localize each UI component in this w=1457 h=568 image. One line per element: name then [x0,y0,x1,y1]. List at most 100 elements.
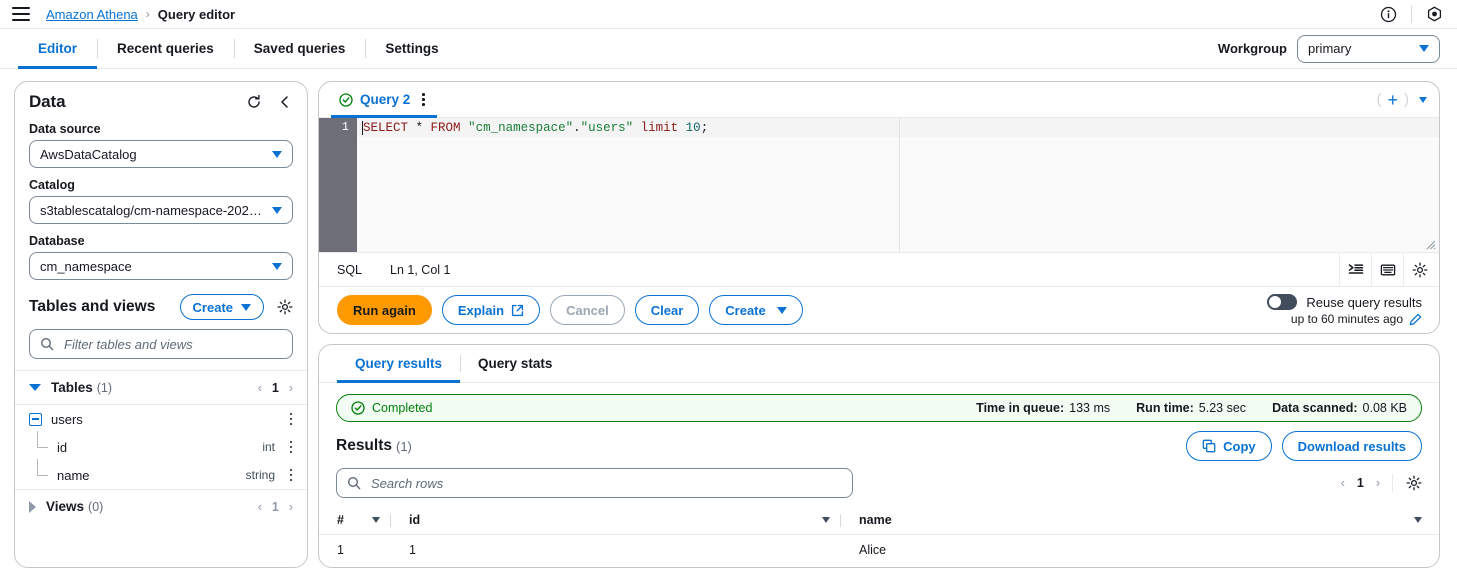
results-prev-page[interactable]: ‹ [1341,476,1345,490]
pencil-icon[interactable] [1409,313,1422,326]
breadcrumb-amazon-athena[interactable]: Amazon Athena [46,7,138,22]
data-source-value: AwsDataCatalog [40,146,137,162]
tables-section-header[interactable]: Tables (1) ‹ 1 › [15,370,307,404]
keyboard-shortcuts-icon[interactable] [1371,252,1403,287]
tables-views-header: Tables and views Create [29,294,293,320]
chevron-right-icon[interactable] [29,500,36,513]
reuse-query-results-toggle[interactable] [1267,294,1298,310]
column-header-number[interactable]: # [319,507,391,535]
column-header-id[interactable]: id [391,507,841,535]
query-tab-row: Query 2 ( + ) [319,82,1439,118]
search-icon [40,337,54,351]
column-options-icon[interactable] [285,440,297,454]
tab-editor[interactable]: Editor [18,29,97,69]
table-options-icon[interactable] [285,412,297,426]
sort-icon[interactable] [372,517,380,523]
catalog-dropdown[interactable]: s3tablescatalog/cm-namespace-20241218 [29,196,293,224]
views-section-header[interactable]: Views (0) ‹ 1 › [15,489,307,523]
check-circle-icon [339,92,353,107]
results-tab-row: Query results Query stats [319,345,1439,383]
stat-run-time-label: Run time: [1136,401,1194,415]
tab-settings[interactable]: Settings [365,29,458,68]
main-tabs: Editor Recent queries Saved queries Sett… [0,29,459,69]
query-statistics: Time in queue: 133 ms Run time: 5.23 sec D… [976,401,1407,415]
more-options-icon[interactable] [417,93,429,106]
data-source-dropdown[interactable]: AwsDataCatalog [29,140,293,168]
chevron-down-icon[interactable] [1419,96,1427,103]
views-prev-page[interactable]: ‹ [258,500,262,514]
main-tab-bar: Editor Recent queries Saved queries Sett… [0,29,1457,69]
results-next-page[interactable]: › [1376,476,1380,490]
tab-query-results[interactable]: Query results [337,345,461,383]
copy-button[interactable]: Copy [1186,431,1272,461]
download-results-button[interactable]: Download results [1281,431,1422,461]
tab-query-stats-label: Query stats [478,356,553,371]
settings-icon[interactable] [1426,6,1443,23]
code-area[interactable]: SELECT * FROM "cm_namespace"."users" lim… [357,118,1439,252]
info-icon[interactable] [1380,6,1397,23]
tab-query-stats[interactable]: Query stats [460,345,570,382]
tables-section-count: (1) [96,380,113,395]
code-line-1[interactable]: SELECT * FROM "cm_namespace"."users" lim… [357,118,1439,137]
tables-page-number: 1 [271,380,279,395]
line-number-gutter: 1 [319,118,357,252]
explain-button[interactable]: Explain [441,295,541,325]
sql-editor[interactable]: 1 SELECT * FROM "cm_namespace"."users" l… [319,118,1439,253]
editor-toolbar [1339,252,1435,287]
column-options-icon[interactable] [285,468,297,482]
results-search-row: ‹ 1 › [319,461,1439,498]
tree-item-users[interactable]: users [15,405,307,433]
tree-item-column-id[interactable]: id int [15,431,307,461]
main-panel: Query 2 ( + ) 1 SELECT * FROM "cm_namesp… [318,81,1440,568]
query-tab-query-2[interactable]: Query 2 [331,82,438,118]
sort-icon[interactable] [822,517,830,523]
tab-saved-queries[interactable]: Saved queries [233,29,366,68]
stat-data-scanned-value: 0.08 KB [1362,401,1407,415]
database-dropdown[interactable]: cm_namespace [29,252,293,280]
create-table-button[interactable]: Create [179,294,264,320]
clear-button[interactable]: Clear [634,295,700,325]
results-table-body: 1 1 Alice [319,535,1439,566]
workgroup-dropdown[interactable]: primary [1297,34,1440,63]
search-rows-input[interactable] [369,474,842,492]
copy-icon [1202,439,1216,453]
top-bar-divider [1411,5,1412,23]
gear-icon[interactable] [1403,252,1435,287]
gear-icon[interactable] [276,299,293,316]
column-header-name[interactable]: name [841,507,1439,535]
format-indent-icon[interactable] [1339,252,1371,287]
gear-icon[interactable] [1405,475,1422,492]
create-button[interactable]: Create [709,295,803,325]
tables-pagination: ‹ 1 › [258,381,293,395]
download-results-label: Download results [1297,438,1406,454]
page-body: Data Data source AwsDataCatalog Catalog … [0,69,1457,568]
table-row[interactable]: 1 1 Alice [319,535,1439,566]
pagination-divider [1392,474,1393,492]
resize-grip[interactable] [1426,240,1436,250]
tab-query-results-label: Query results [355,356,443,371]
tables-next-page[interactable]: › [289,381,293,395]
refresh-icon[interactable] [245,94,262,111]
reuse-query-results-label: Reuse query results [1306,294,1422,310]
tree-item-column-name[interactable]: name string [15,459,307,489]
create-label: Create [725,302,766,318]
results-actions: Copy Download results [1186,431,1422,461]
editor-vertical-divider [899,118,900,252]
run-again-button[interactable]: Run again [337,295,432,325]
views-next-page[interactable]: › [289,500,293,514]
filter-tables-input[interactable] [62,335,282,353]
tab-recent-queries[interactable]: Recent queries [97,29,234,68]
workgroup-selector: Workgroup primary [1218,29,1457,68]
tables-prev-page[interactable]: ‹ [258,381,262,395]
chevron-down-icon[interactable] [29,384,41,391]
results-card: Query results Query stats Completed Time… [318,344,1440,568]
sort-icon[interactable] [1414,517,1422,523]
filter-tables-input-wrapper[interactable] [29,329,293,359]
hamburger-icon[interactable] [12,7,30,21]
plus-icon[interactable]: + [1383,91,1402,109]
editor-language-label: SQL [337,262,363,277]
search-rows-input-wrapper[interactable] [336,468,853,498]
chevron-down-icon [241,303,251,311]
collapse-icon[interactable] [29,412,42,426]
chevron-left-icon[interactable] [276,94,293,111]
